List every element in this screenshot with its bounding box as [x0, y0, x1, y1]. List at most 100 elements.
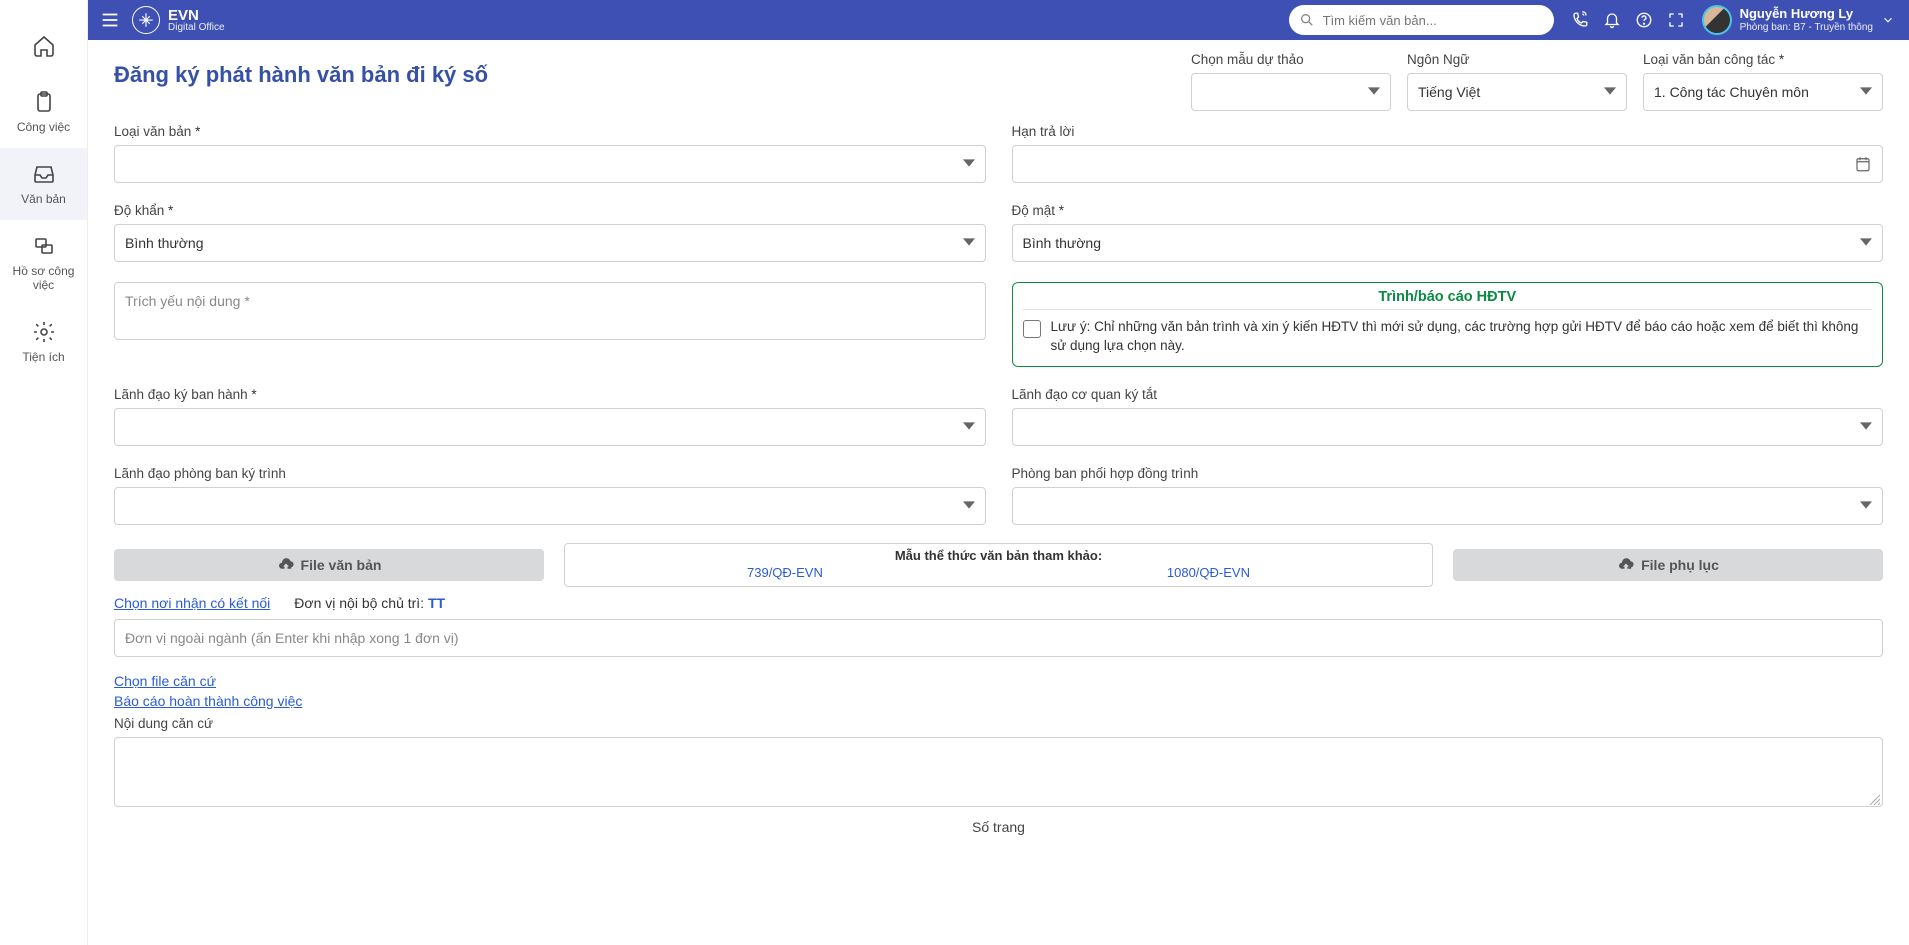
caret-down-icon	[963, 419, 975, 435]
field-deadline: Hạn trả lời	[1012, 124, 1884, 183]
nav-congviec[interactable]: Công việc	[0, 76, 87, 148]
gear-icon	[32, 320, 56, 344]
nav-label: Tiện ích	[22, 350, 64, 364]
caret-down-icon	[1860, 84, 1872, 100]
pages-label: Số trang	[114, 819, 1883, 835]
internal-unit-value: TT	[428, 595, 445, 611]
nav-label: Hồ sơ công việc	[4, 264, 83, 292]
user-name: Nguyễn Hương Ly	[1740, 7, 1873, 21]
basis-content-label: Nội dung căn cứ	[114, 716, 213, 731]
search-box[interactable]	[1289, 5, 1554, 35]
nav-label: Công việc	[17, 120, 70, 134]
search-icon	[1299, 12, 1315, 28]
page: Chọn mẫu dự thảo Ngôn Ngữ Tiếng Việt Loạ…	[88, 0, 1909, 875]
field-urgency: Độ khẩn Bình thường	[114, 203, 986, 262]
report-complete-link[interactable]: Báo cáo hoàn thành công việc	[114, 693, 1883, 709]
filter-draft: Chọn mẫu dự thảo	[1191, 52, 1391, 111]
upload-row: File văn bản Mẫu thể thức văn bản tham k…	[114, 543, 1883, 587]
nav-hoso[interactable]: Hồ sơ công việc	[0, 220, 87, 306]
filter-lang: Ngôn Ngữ Tiếng Việt	[1407, 52, 1627, 111]
secrecy-select[interactable]: Bình thường	[1012, 224, 1884, 262]
avatar	[1702, 5, 1732, 35]
basis-content-textarea[interactable]	[114, 737, 1883, 807]
hdtv-infobox: Trình/báo cáo HĐTV Lưư ý: Chỉ những văn …	[1012, 282, 1884, 367]
caret-down-icon	[963, 156, 975, 172]
notifications-button[interactable]	[1596, 11, 1628, 29]
field-signer-issue: Lãnh đạo ký ban hành	[114, 387, 986, 446]
template-link-1[interactable]: 739/QĐ-EVN	[747, 565, 823, 580]
calendar-icon	[1854, 155, 1872, 173]
nav-home[interactable]	[0, 16, 87, 76]
field-dept-coop: Phòng ban phối hợp đồng trình	[1012, 466, 1884, 525]
brand[interactable]: EVN Digital Office	[132, 6, 225, 34]
clipboard-icon	[32, 90, 56, 114]
field-dept-signer: Lãnh đạo phòng ban ký trình	[114, 466, 986, 525]
signer-issue-select[interactable]	[114, 408, 986, 446]
template-box: Mẫu thể thức văn bản tham khảo: 739/QĐ-E…	[564, 543, 1433, 587]
phone-icon	[1571, 11, 1589, 29]
caret-down-icon	[1368, 84, 1380, 100]
cloud-upload-icon	[277, 556, 295, 574]
nav-label: Văn bản	[21, 192, 66, 206]
dept-coop-select[interactable]	[1012, 487, 1884, 525]
file-appendix-button[interactable]: File phụ lục	[1453, 549, 1883, 581]
signer-short-select[interactable]	[1012, 408, 1884, 446]
hdtv-note: Lưư ý: Chỉ những văn bản trình và xin ý …	[1051, 318, 1873, 356]
field-doc-type: Loại văn bản	[114, 124, 986, 183]
doc-type-select[interactable]	[114, 145, 986, 183]
deadline-input[interactable]	[1012, 145, 1884, 183]
home-icon	[32, 34, 56, 58]
menu-toggle[interactable]	[88, 9, 132, 31]
fullscreen-button[interactable]	[1660, 11, 1692, 29]
expand-icon	[1667, 11, 1685, 29]
dept-signer-select[interactable]	[114, 487, 986, 525]
brand-subtitle: Digital Office	[168, 23, 225, 33]
chevron-down-icon	[1881, 13, 1895, 27]
left-sidebar: Công việc Văn bản Hồ sơ công việc Tiện í…	[0, 0, 88, 945]
caret-down-icon	[963, 498, 975, 514]
caret-down-icon	[963, 235, 975, 251]
topbar: EVN Digital Office Nguyễn Hương Ly Phòng…	[88, 0, 1909, 40]
field-secrecy: Độ mật Bình thường	[1012, 203, 1884, 262]
help-icon	[1635, 11, 1653, 29]
summary-textarea[interactable]: Trích yếu nội dung *	[114, 282, 986, 340]
nav-vanban[interactable]: Văn bản	[0, 148, 87, 220]
filter-draft-select[interactable]	[1191, 73, 1391, 111]
user-dept: Phòng ban: B7 - Truyền thông	[1740, 22, 1873, 33]
template-link-2[interactable]: 1080/QĐ-EVN	[1167, 565, 1250, 580]
brand-title: EVN	[168, 8, 225, 23]
hdtv-checkbox[interactable]	[1023, 320, 1041, 338]
bell-icon	[1603, 11, 1621, 29]
hdtv-title: Trình/báo cáo HĐTV	[1023, 289, 1873, 305]
choose-basis-link[interactable]: Chọn file căn cứ	[114, 673, 1883, 689]
filter-lang-select[interactable]: Tiếng Việt	[1407, 73, 1627, 111]
resize-handle-icon[interactable]	[1868, 792, 1880, 804]
file-doc-button[interactable]: File văn bản	[114, 549, 544, 581]
help-button[interactable]	[1628, 11, 1660, 29]
filter-worktype: Loại văn bản công tác 1. Công tác Chuyên…	[1643, 52, 1883, 111]
external-unit-input[interactable]: Đơn vị ngoài ngành (ấn Enter khi nhập xo…	[114, 619, 1883, 657]
nav-tienich[interactable]: Tiện ích	[0, 306, 87, 378]
caret-down-icon	[1604, 84, 1616, 100]
choose-recipient-link[interactable]: Chọn nơi nhận có kết nối	[114, 595, 270, 611]
caret-down-icon	[1860, 498, 1872, 514]
field-signer-short: Lãnh đạo cơ quan ký tắt	[1012, 387, 1884, 446]
template-title: Mẫu thể thức văn bản tham khảo:	[575, 548, 1422, 563]
caret-down-icon	[1860, 235, 1872, 251]
inbox-icon	[32, 162, 56, 186]
filter-worktype-label: Loại văn bản công tác	[1643, 52, 1883, 67]
archive-icon	[32, 234, 56, 258]
caret-down-icon	[1860, 419, 1872, 435]
phone-button[interactable]	[1564, 11, 1596, 29]
form-grid: Loại văn bản Hạn trả lời Độ khẩn Bình th…	[114, 124, 1883, 525]
urgency-select[interactable]: Bình thường	[114, 224, 986, 262]
user-menu[interactable]: Nguyễn Hương Ly Phòng ban: B7 - Truyền t…	[1702, 5, 1895, 35]
compass-icon	[132, 6, 160, 34]
filter-draft-label: Chọn mẫu dự thảo	[1191, 52, 1391, 67]
filter-worktype-select[interactable]: 1. Công tác Chuyên môn	[1643, 73, 1883, 111]
search-input[interactable]	[1289, 5, 1554, 35]
internal-unit-label: Đơn vị nội bộ chủ trì:	[294, 595, 424, 611]
top-filters: Chọn mẫu dự thảo Ngôn Ngữ Tiếng Việt Loạ…	[1191, 52, 1883, 111]
filter-lang-label: Ngôn Ngữ	[1407, 52, 1627, 67]
field-summary: Trích yếu nội dung *	[114, 282, 986, 367]
